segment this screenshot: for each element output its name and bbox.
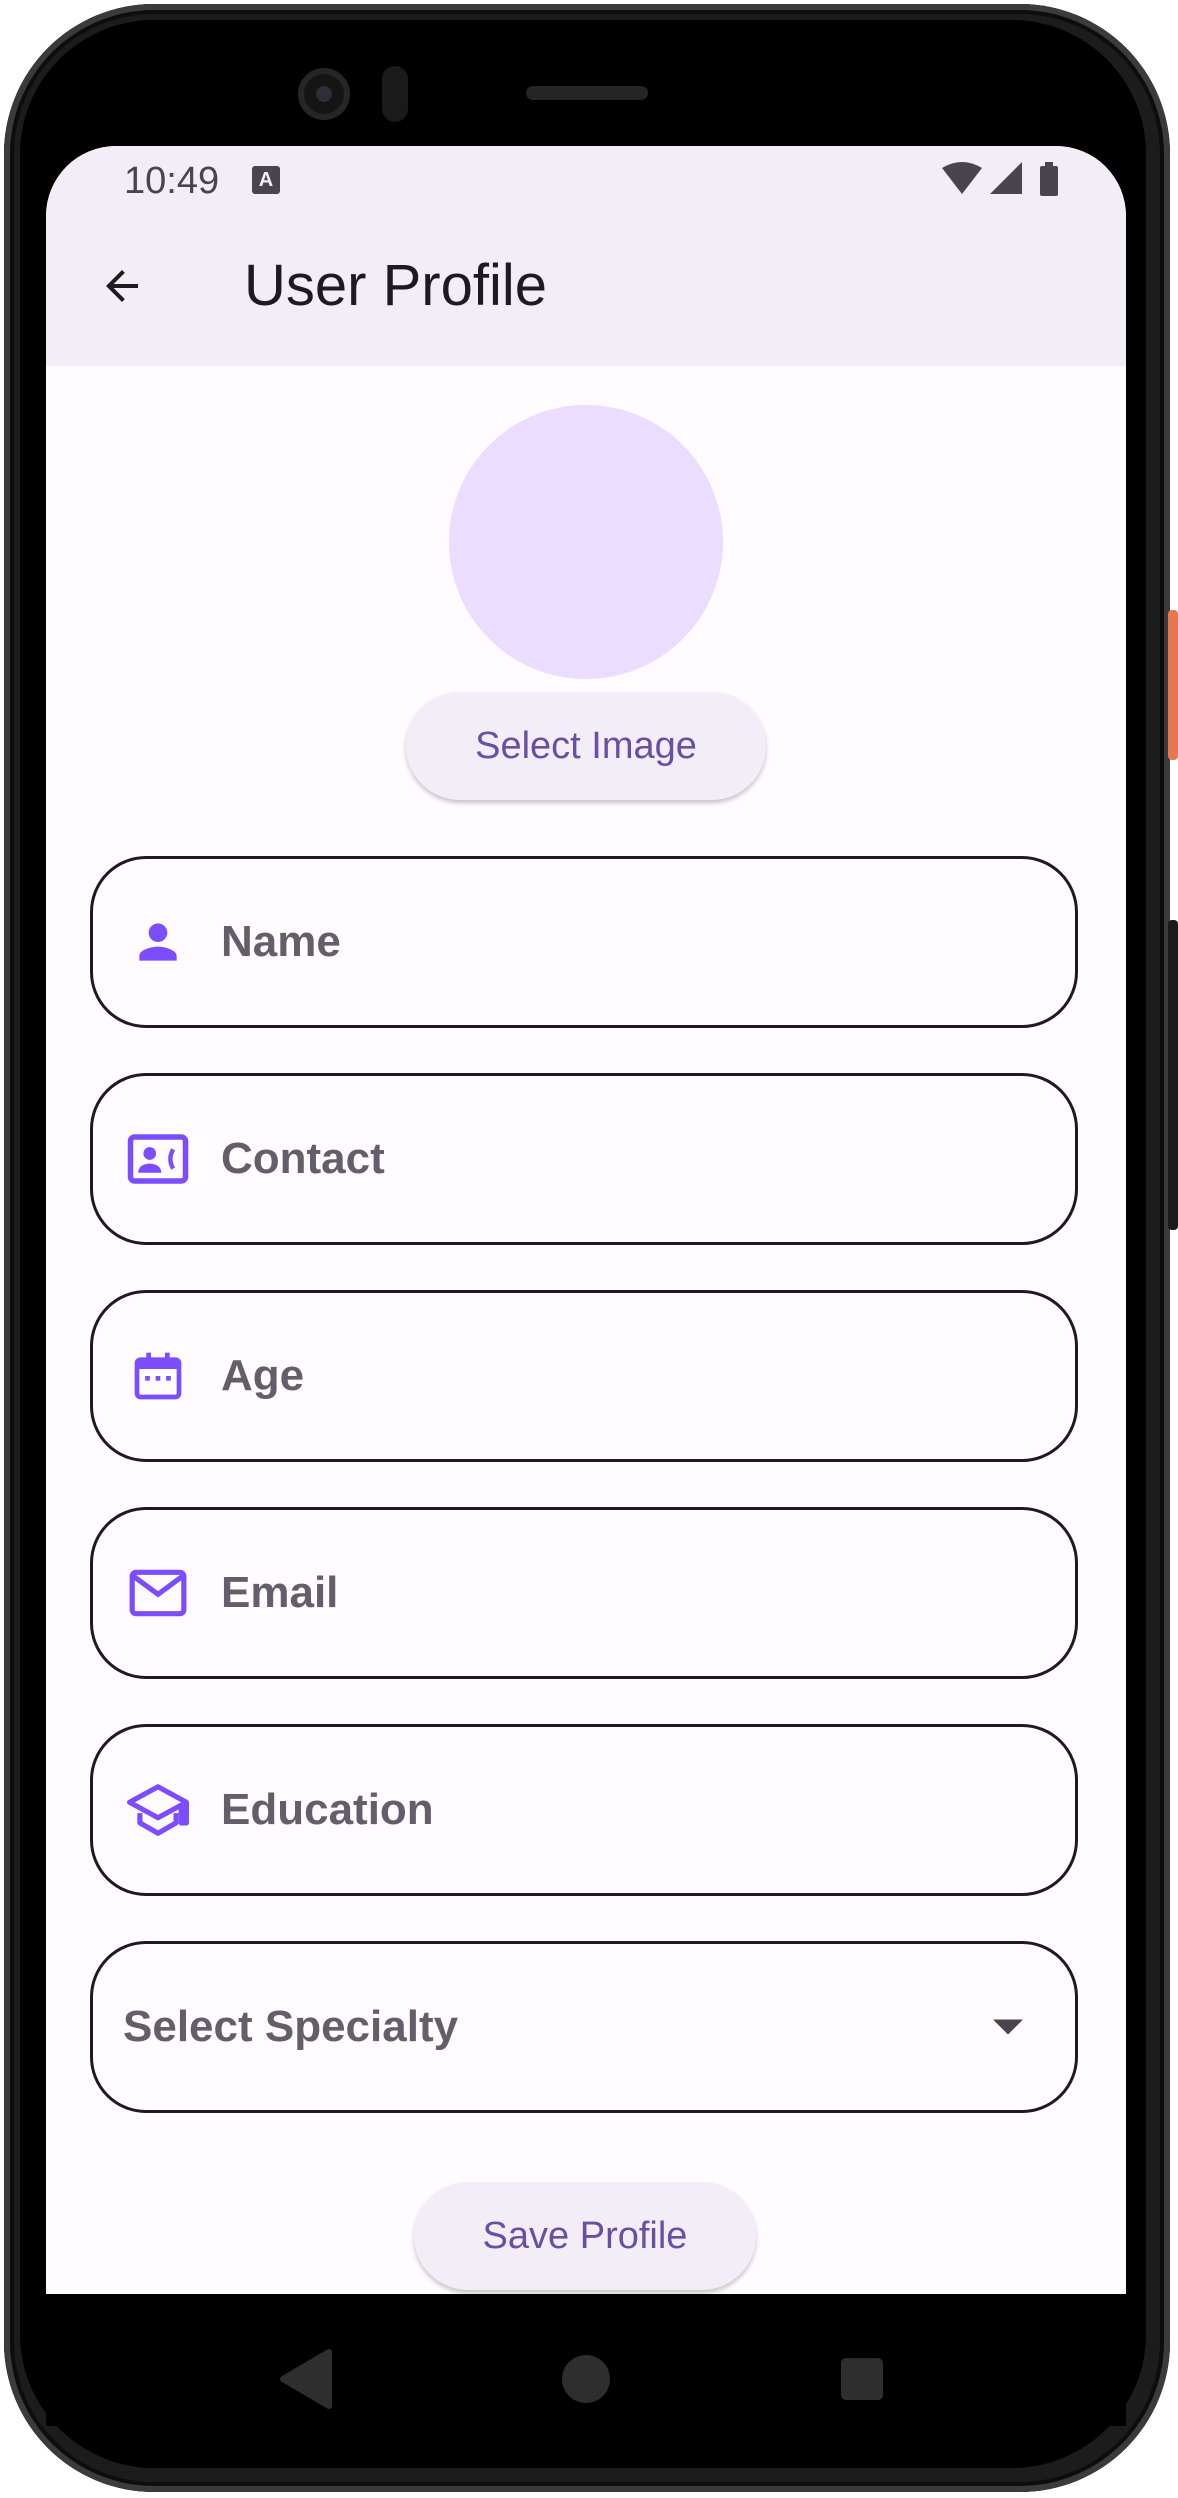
dropdown-arrow-icon <box>993 2019 1023 2035</box>
email-label: Email <box>221 1568 339 1617</box>
volume-button <box>1168 920 1178 1230</box>
back-button[interactable] <box>86 250 158 322</box>
earpiece-speaker <box>526 86 648 100</box>
calendar-icon <box>123 1341 193 1411</box>
age-label: Age <box>221 1351 305 1400</box>
app-screen: 10:49 A User Profile Select Image Name C… <box>46 146 1126 2378</box>
status-time: 10:49 <box>124 160 220 202</box>
nav-back-icon[interactable] <box>280 2349 332 2409</box>
person-icon <box>123 907 193 977</box>
name-label: Name <box>221 917 341 966</box>
page-title: User Profile <box>244 253 547 318</box>
top-app-bar: User Profile <box>46 220 1126 366</box>
status-icons <box>942 162 1058 196</box>
keyboard-notification-icon: A <box>252 166 280 194</box>
email-field[interactable]: Email <box>90 1507 1078 1679</box>
system-navigation-bar <box>46 2294 1126 2426</box>
signal-icon <box>990 162 1022 194</box>
mail-icon <box>123 1558 193 1628</box>
status-bar: 10:49 A <box>46 146 1126 220</box>
name-field[interactable]: Name <box>90 856 1078 1028</box>
arrow-back-icon <box>106 270 138 302</box>
education-field[interactable]: Education <box>90 1724 1078 1896</box>
age-field[interactable]: Age <box>90 1290 1078 1462</box>
select-image-button[interactable]: Select Image <box>406 692 766 800</box>
specialty-placeholder: Select Specialty <box>123 2002 459 2051</box>
nav-home-icon[interactable] <box>562 2355 610 2403</box>
contact-field[interactable]: Contact <box>90 1073 1078 1245</box>
contact-label: Contact <box>221 1134 385 1183</box>
battery-icon <box>1040 162 1058 196</box>
proximity-sensor <box>382 66 408 122</box>
school-icon <box>123 1775 193 1845</box>
save-profile-button[interactable]: Save Profile <box>414 2182 756 2290</box>
power-button <box>1168 610 1178 760</box>
nav-recents-icon[interactable] <box>841 2358 883 2400</box>
specialty-dropdown[interactable]: Select Specialty <box>90 1941 1078 2113</box>
system-nav-buttons <box>280 2349 883 2409</box>
contact-card-icon <box>123 1124 193 1194</box>
avatar <box>449 405 723 679</box>
wifi-icon <box>942 162 982 194</box>
front-camera <box>298 68 350 120</box>
education-label: Education <box>221 1785 434 1834</box>
